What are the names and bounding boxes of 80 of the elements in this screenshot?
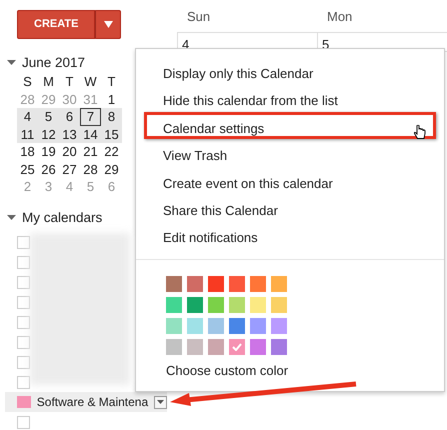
checkbox[interactable] — [17, 316, 30, 328]
color-swatch[interactable] — [229, 296, 245, 313]
color-swatch[interactable] — [250, 296, 266, 313]
checkbox[interactable] — [17, 276, 30, 288]
color-swatch[interactable] — [187, 338, 203, 355]
checkbox[interactable] — [17, 256, 30, 268]
color-swatch[interactable] — [250, 276, 266, 292]
calendar-day[interactable]: 7 — [80, 108, 101, 126]
calendar-day[interactable]: 21 — [80, 143, 101, 161]
calendar-day[interactable]: 4 — [17, 108, 38, 126]
weekday-label: S — [22, 73, 33, 91]
menu-item[interactable]: View Trash — [144, 139, 436, 167]
color-swatch[interactable] — [208, 318, 224, 334]
menu-item[interactable]: Create event on this calendar — [144, 166, 436, 194]
calendar-day[interactable]: 13 — [59, 126, 80, 144]
checkbox[interactable] — [17, 336, 30, 348]
color-swatch[interactable] — [208, 276, 224, 292]
color-swatch[interactable] — [271, 338, 287, 355]
color-swatch[interactable] — [208, 338, 224, 355]
calendar-day[interactable]: 19 — [38, 143, 59, 161]
color-swatch[interactable] — [229, 318, 245, 334]
calendar-day[interactable]: 11 — [17, 126, 38, 144]
calendar-day[interactable]: 20 — [59, 143, 80, 161]
color-swatch[interactable] — [229, 338, 245, 355]
create-dropdown-button[interactable] — [95, 10, 122, 39]
color-swatch[interactable] — [271, 318, 287, 334]
color-swatch[interactable] — [229, 276, 245, 292]
weekday-label: T — [106, 73, 116, 91]
calendar-day[interactable]: 1 — [101, 90, 122, 108]
color-swatch[interactable] — [166, 338, 182, 355]
color-swatch[interactable] — [250, 318, 266, 334]
expand-arrow-icon[interactable] — [7, 60, 16, 66]
color-swatch[interactable] — [166, 276, 182, 292]
calendar-day[interactable]: 6 — [59, 108, 80, 126]
calendar-day[interactable]: 5 — [38, 108, 59, 126]
calendar-day[interactable]: 29 — [101, 160, 122, 178]
color-swatch[interactable] — [187, 318, 203, 334]
checkbox[interactable] — [17, 236, 30, 248]
menu-item[interactable]: Choose custom color — [166, 360, 288, 380]
month-title[interactable]: June 2017 — [22, 53, 86, 74]
menu-item[interactable]: Edit notifications — [144, 221, 436, 249]
calendar-day[interactable]: 26 — [38, 160, 59, 178]
color-swatch[interactable] — [250, 338, 266, 355]
checkbox[interactable] — [17, 376, 30, 388]
calendar-day[interactable]: 25 — [17, 160, 38, 178]
dropdown-button[interactable] — [154, 396, 167, 408]
color-swatch[interactable] — [187, 276, 203, 292]
day-header: Sun — [186, 8, 212, 26]
section-title[interactable]: My calendars — [22, 208, 102, 228]
color-swatch[interactable] — [166, 296, 182, 313]
calendar-day[interactable]: 14 — [80, 126, 101, 144]
weekday-label: W — [83, 73, 98, 91]
calendar-day[interactable]: 18 — [17, 143, 38, 161]
color-swatch[interactable] — [187, 296, 203, 313]
weekday-label: M — [42, 73, 55, 91]
menu-item[interactable]: Hide this calendar from the list — [144, 84, 436, 112]
weekday-label: T — [64, 73, 74, 91]
calendar-day[interactable]: 15 — [101, 126, 122, 144]
calendar-day[interactable]: 27 — [59, 160, 80, 178]
create-button[interactable]: CREATE — [17, 10, 96, 39]
menu-item[interactable]: Calendar settings — [144, 112, 436, 140]
color-swatch[interactable] — [271, 296, 287, 313]
calendar-day[interactable]: 28 — [80, 160, 101, 178]
calendar-list-item[interactable]: Software & Maintena — [5, 392, 167, 412]
caret-icon — [157, 400, 164, 404]
calendar-name: Software & Maintena — [36, 394, 148, 411]
calendar-day[interactable]: 8 — [101, 108, 122, 126]
menu-item[interactable]: Share this Calendar — [144, 194, 436, 222]
calendar-day[interactable]: 12 — [38, 126, 59, 144]
color-swatch[interactable] — [208, 296, 224, 313]
calendar-day[interactable]: 22 — [101, 143, 122, 161]
caret-icon — [104, 21, 113, 28]
checkbox[interactable] — [17, 296, 30, 308]
checkbox[interactable] — [17, 416, 30, 428]
menu-item[interactable]: Display only this Calendar — [144, 57, 436, 84]
day-header: Mon — [326, 8, 354, 26]
expand-arrow-icon[interactable] — [7, 214, 16, 221]
color-swatch[interactable] — [166, 318, 182, 334]
color-swatch[interactable] — [271, 276, 287, 292]
checkbox[interactable] — [17, 356, 30, 368]
